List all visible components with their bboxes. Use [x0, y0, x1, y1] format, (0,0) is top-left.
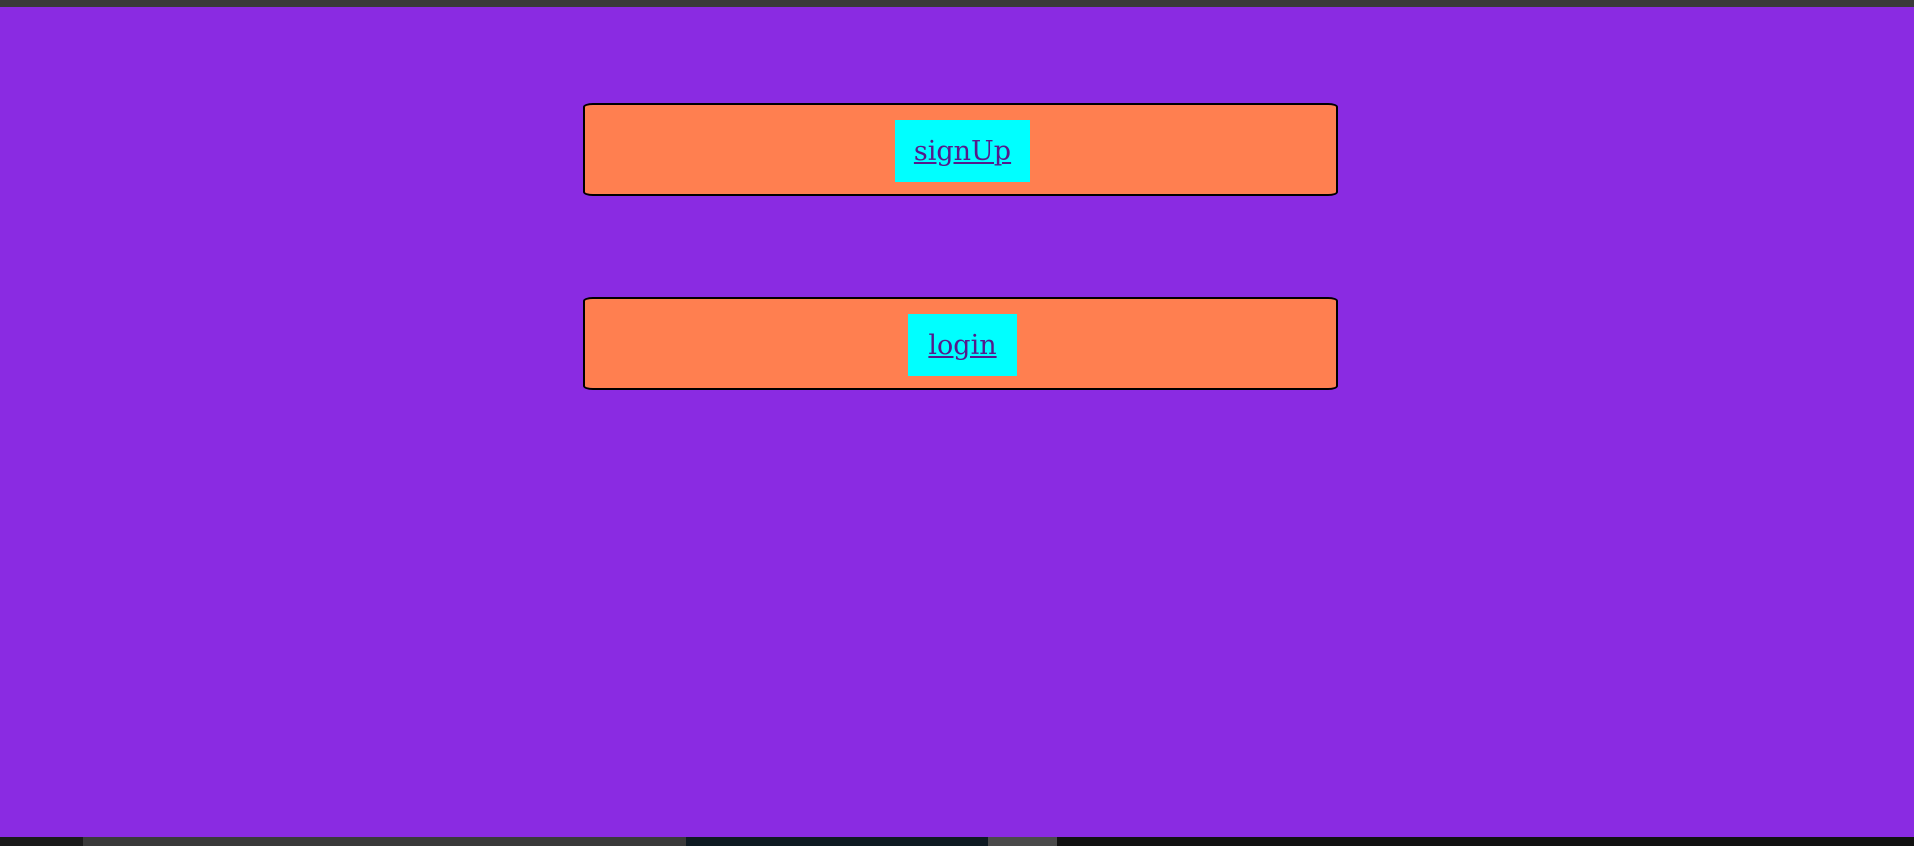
signup-link-box: signUp	[895, 120, 1030, 182]
login-link[interactable]: login	[928, 332, 996, 359]
taskbar-segment	[686, 837, 988, 846]
page-content: signUp login	[0, 7, 1914, 837]
taskbar-segment	[0, 837, 83, 846]
taskbar	[0, 837, 1914, 846]
taskbar-segment	[988, 837, 1057, 846]
taskbar-segment	[1057, 837, 1914, 846]
signup-link[interactable]: signUp	[914, 138, 1011, 165]
taskbar-segment	[83, 837, 686, 846]
login-link-box: login	[908, 314, 1017, 376]
login-card: login	[583, 297, 1338, 390]
signup-card: signUp	[583, 103, 1338, 196]
browser-top-bar	[0, 0, 1914, 7]
